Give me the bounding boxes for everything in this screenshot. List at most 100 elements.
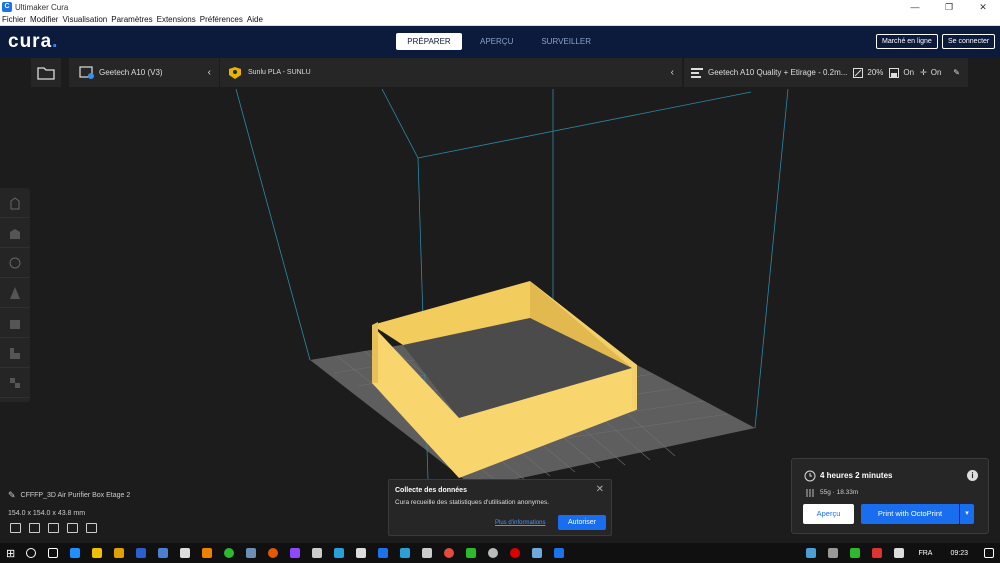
menu-modifier[interactable]: Modifier [30, 15, 58, 24]
view-top-icon[interactable] [48, 523, 59, 533]
tray-icon[interactable] [850, 548, 861, 558]
infill-value: 20% [867, 68, 884, 77]
marketplace-button[interactable]: Marché en ligne [876, 34, 938, 49]
edit-pencil-icon: ✎ [8, 490, 16, 500]
app-icon[interactable] [334, 548, 344, 558]
signin-button[interactable]: Se connecter [942, 34, 996, 49]
language-indicator[interactable]: FRA [918, 550, 932, 557]
close-icon[interactable]: ✕ [596, 484, 604, 495]
material-usage: 55g · 18.33m [820, 489, 859, 496]
tab-preparer[interactable]: PRÉPARER [396, 33, 462, 50]
filament-icon [806, 489, 814, 497]
support-blocker-tool[interactable] [0, 338, 30, 368]
app-icon[interactable] [158, 548, 168, 558]
windows-start-icon[interactable]: ⊞ [6, 547, 20, 560]
profile-name: Geetech A10 Quality + Etirage - 0.2m... [708, 68, 848, 77]
menu-visualisation[interactable]: Visualisation [62, 15, 107, 24]
app-icon[interactable] [312, 548, 322, 558]
rotate-icon [9, 257, 21, 268]
per-model-settings-tool[interactable] [0, 308, 30, 338]
toast-title: Collecte des données [395, 487, 467, 494]
scale-icon [10, 228, 20, 239]
printer-selector[interactable]: Geetech A10 (V3) ‹ [69, 58, 219, 87]
menu-fichier[interactable]: Fichier [2, 15, 26, 24]
media-icon[interactable] [114, 548, 124, 558]
edit-pencil-icon: ✎ [953, 68, 960, 77]
cura-app-icon: C [2, 2, 12, 12]
object-info: ✎ CFFFP_3D Air Purifier Box Etage 2 154.… [8, 490, 130, 517]
vlc-icon[interactable] [202, 548, 212, 558]
infill-icon [853, 67, 864, 78]
app-icon[interactable] [136, 548, 146, 558]
app-header: cura. PRÉPARER APERÇU SURVEILLER Marché … [0, 26, 1000, 58]
mirror-tool[interactable] [0, 278, 30, 308]
chevron-left-icon: ‹ [207, 67, 211, 78]
per-model-settings-icon [10, 319, 20, 329]
print-settings-selector[interactable]: Geetech A10 Quality + Etirage - 0.2m... … [684, 58, 968, 87]
close-window-button[interactable]: ✕ [966, 0, 1000, 14]
menu-preferences[interactable]: Préférences [200, 15, 243, 24]
clock-icon [804, 470, 816, 482]
view-front-icon[interactable] [29, 523, 40, 533]
cura-taskbar-icon[interactable] [554, 548, 564, 558]
view-right-icon[interactable] [86, 523, 97, 533]
object-name[interactable]: CFFFP_3D Air Purifier Box Etage 2 [21, 492, 131, 499]
app-icon[interactable] [488, 548, 498, 558]
extra-tool[interactable] [0, 368, 30, 398]
edge-icon[interactable] [70, 548, 80, 558]
twitch-icon[interactable] [290, 548, 300, 558]
window-title: Ultimaker Cura [15, 2, 69, 12]
allow-button[interactable]: Autoriser [558, 515, 606, 530]
steam-icon[interactable] [246, 548, 256, 558]
menu-parametres[interactable]: Paramètres [111, 15, 152, 24]
rotate-tool[interactable] [0, 248, 30, 278]
task-view-icon[interactable] [48, 548, 58, 558]
support-blocker-icon [10, 347, 20, 359]
tray-icon[interactable] [872, 548, 883, 558]
info-icon[interactable]: i [967, 470, 978, 481]
search-icon[interactable] [26, 548, 36, 558]
app-icon[interactable] [224, 548, 234, 558]
preview-button[interactable]: Aperçu [803, 504, 854, 524]
app-icon[interactable] [400, 548, 410, 558]
view-3d-icon[interactable] [10, 523, 21, 533]
menu-aide[interactable]: Aide [247, 15, 263, 24]
tab-surveiller[interactable]: SURVEILLER [531, 33, 601, 50]
adhesion-value: On [930, 68, 942, 77]
tab-apercu[interactable]: APERÇU [470, 33, 523, 50]
app-icon[interactable] [356, 548, 366, 558]
material-selector[interactable]: Sunlu PLA - SUNLU ‹ [220, 58, 682, 87]
app-icon[interactable] [466, 548, 476, 558]
support-value: On [903, 68, 915, 77]
tray-icon[interactable] [806, 548, 817, 558]
menu-extensions[interactable]: Extensions [157, 15, 196, 24]
app-icon[interactable] [532, 548, 542, 558]
menu-bar: Fichier Modifier Visualisation Paramètre… [0, 14, 1000, 26]
file-explorer-icon[interactable] [92, 548, 102, 558]
maximize-button[interactable]: ❐ [932, 0, 966, 14]
printer-icon [79, 65, 94, 79]
chevron-down-icon[interactable]: ▾ [960, 504, 974, 524]
windows-taskbar: ⊞ FRA 09:23 [0, 543, 1000, 563]
firefox-icon[interactable] [268, 548, 278, 558]
view-left-icon[interactable] [67, 523, 78, 533]
chevron-left-icon: ‹ [670, 67, 674, 78]
open-file-button[interactable] [31, 58, 61, 87]
app-icon[interactable] [510, 548, 520, 558]
support-icon [889, 67, 900, 78]
print-octoprint-button[interactable]: Print with OctoPrint [861, 504, 959, 524]
view-orientation-buttons [10, 523, 105, 533]
move-tool[interactable] [0, 188, 30, 218]
cura-taskbar-icon[interactable] [378, 548, 388, 558]
more-info-link[interactable]: Plus d'informations [495, 520, 546, 526]
notification-icon[interactable] [984, 548, 994, 558]
blocks-icon [10, 377, 20, 388]
app-icon[interactable] [422, 548, 432, 558]
chrome-icon[interactable] [444, 548, 454, 558]
volume-icon[interactable] [894, 548, 905, 558]
scale-tool[interactable] [0, 218, 30, 248]
clock[interactable]: 09:23 [950, 550, 968, 557]
minimize-button[interactable]: — [898, 0, 932, 14]
tray-icon[interactable] [828, 548, 839, 558]
mail-icon[interactable] [180, 548, 190, 558]
